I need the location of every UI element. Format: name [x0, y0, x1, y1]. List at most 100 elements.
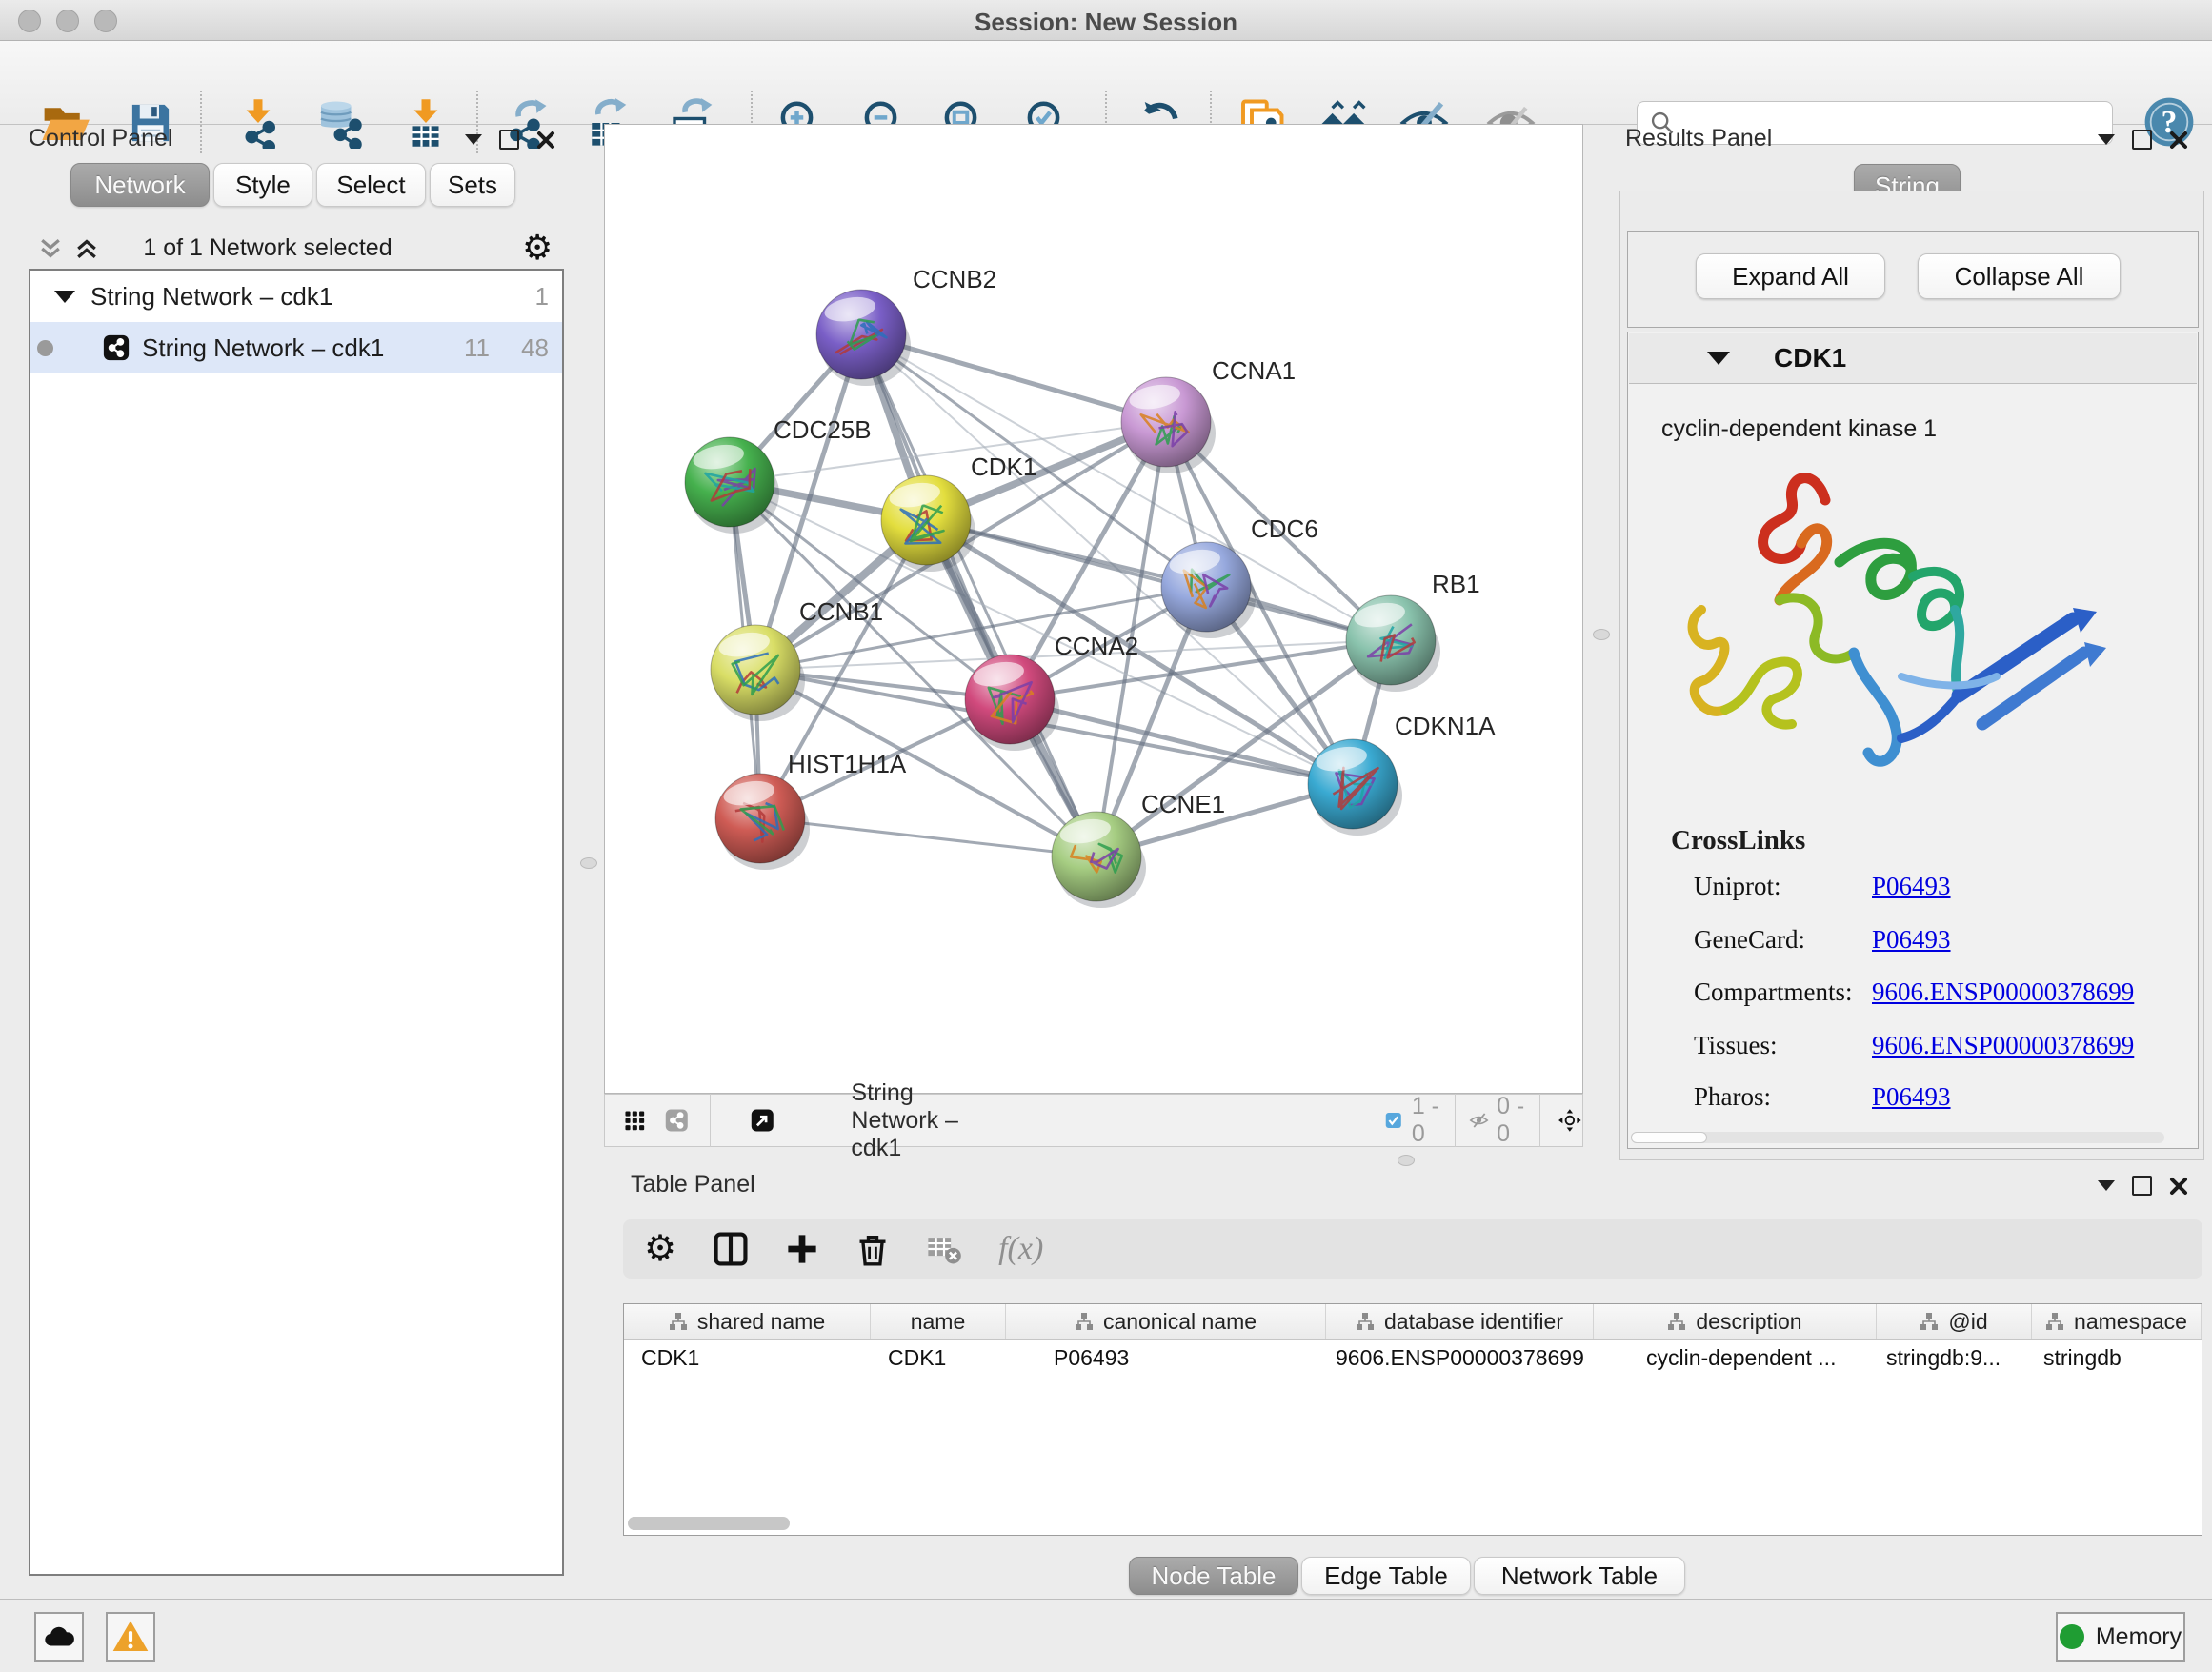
add-column-icon[interactable]	[785, 1232, 819, 1266]
gene-name: CDK1	[1774, 343, 1846, 373]
warning-icon	[111, 1618, 150, 1656]
column-header[interactable]: database identifier	[1326, 1304, 1594, 1339]
node-label-CCNB1: CCNB1	[799, 597, 883, 626]
node-label-CCNB2: CCNB2	[913, 265, 996, 293]
column-header[interactable]: @id	[1877, 1304, 2032, 1339]
tab-edge-table[interactable]: Edge Table	[1301, 1557, 1471, 1595]
memory-button[interactable]: Memory	[2056, 1612, 2185, 1662]
import-network-file-icon[interactable]	[231, 96, 285, 150]
import-network-database-icon[interactable]	[312, 96, 365, 150]
network-node-count: 11	[464, 333, 490, 363]
horizontal-splitter-handle[interactable]	[1398, 1155, 1415, 1166]
tab-sets[interactable]: Sets	[430, 163, 515, 207]
results-scrollbar-track[interactable]	[1631, 1132, 2164, 1143]
crosslink-link[interactable]: 9606.ENSP00000378699	[1872, 1031, 2134, 1060]
results-panel-float-icon[interactable]	[2132, 130, 2152, 150]
tab-network-table[interactable]: Network Table	[1474, 1557, 1685, 1595]
control-panel-menu-icon[interactable]	[465, 134, 482, 145]
delete-column-icon[interactable]	[855, 1232, 890, 1266]
table-settings-gear-icon[interactable]: ⚙	[644, 1231, 676, 1267]
hidden-node-edge-counts: 0 - 0	[1497, 1093, 1524, 1148]
selected-checkbox-icon[interactable]	[1385, 1106, 1402, 1135]
table-panel-menu-icon[interactable]	[2098, 1180, 2115, 1191]
column-type-icon	[1075, 1312, 1094, 1331]
column-header[interactable]: description	[1594, 1304, 1877, 1339]
cell-database-identifier[interactable]: 9606.ENSP00000378699	[1326, 1340, 1594, 1371]
crosslink-link[interactable]: P06493	[1872, 925, 1951, 955]
crosslink-link[interactable]: 9606.ENSP00000378699	[1872, 977, 2134, 1007]
node-label-RB1: RB1	[1432, 570, 1480, 598]
collapse-all-button[interactable]: Collapse All	[1918, 253, 2121, 299]
open-in-window-icon[interactable]	[751, 1100, 774, 1140]
selected-node-edge-counts: 1 - 0	[1412, 1093, 1439, 1148]
show-columns-icon[interactable]	[713, 1231, 749, 1267]
table-scrollbar-thumb[interactable]	[628, 1517, 790, 1530]
column-header[interactable]: namespace	[2032, 1304, 2202, 1339]
crosslink-link[interactable]: P06493	[1872, 872, 1951, 901]
network-options-gear-icon[interactable]: ⚙	[522, 231, 553, 265]
string-view-icon[interactable]	[665, 1100, 689, 1140]
grid-view-icon[interactable]	[624, 1101, 646, 1139]
node-label-CCNA1: CCNA1	[1212, 356, 1296, 385]
results-panel-menu-icon[interactable]	[2098, 134, 2115, 145]
cloud-status-button[interactable]	[34, 1612, 84, 1662]
memory-label: Memory	[2096, 1623, 2182, 1651]
cloud-icon	[41, 1619, 77, 1655]
results-scrollbar-thumb[interactable]	[1631, 1132, 1707, 1143]
delete-table-icon[interactable]	[926, 1231, 962, 1267]
network-list: String Network – cdk1 1 String Network –…	[29, 269, 564, 1576]
results-panel-title: Results Panel	[1625, 125, 1772, 152]
gene-collapse-arrow-icon[interactable]	[1707, 352, 1730, 365]
column-header[interactable]: shared name	[624, 1304, 871, 1339]
crosslink-link[interactable]: P06493	[1872, 1082, 1951, 1112]
cell-name[interactable]: CDK1	[871, 1340, 1006, 1371]
network-graph[interactable]: CCNB2CCNA1CDC25BCDK1CDC6RB1CCNB1CCNA2CDK…	[605, 125, 1582, 1093]
birds-eye-view-icon[interactable]	[1558, 1099, 1582, 1141]
control-panel-title: Control Panel	[29, 125, 172, 152]
import-table-icon[interactable]	[399, 96, 452, 150]
cell-description[interactable]: cyclin-dependent ...	[1594, 1340, 1877, 1371]
network-view-title: String Network – cdk1	[851, 1079, 987, 1162]
protein-structure-image	[1673, 448, 2121, 810]
tab-node-table[interactable]: Node Table	[1129, 1557, 1298, 1595]
crosslink-label: GeneCard:	[1694, 925, 1805, 955]
control-panel-float-icon[interactable]	[499, 130, 519, 150]
window-titlebar: Session: New Session	[0, 0, 2212, 41]
tab-network[interactable]: Network	[70, 163, 210, 207]
main-toolbar: ?	[0, 41, 2212, 125]
tab-select[interactable]: Select	[316, 163, 426, 207]
table-panel-close-icon[interactable]	[2169, 1177, 2188, 1196]
column-type-icon	[1667, 1312, 1686, 1331]
table-row[interactable]: CDK1 CDK1 P06493 9606.ENSP00000378699 cy…	[624, 1340, 2202, 1371]
window-title: Session: New Session	[0, 8, 2212, 37]
table-panel-title: Table Panel	[631, 1171, 755, 1199]
network-edge-count: 48	[521, 333, 549, 363]
cell-shared-name[interactable]: CDK1	[624, 1340, 871, 1371]
results-panel-close-icon[interactable]	[2169, 131, 2188, 150]
cell-canonical-name[interactable]: P06493	[1006, 1340, 1326, 1371]
table-header-row: shared name name canonical name database…	[624, 1304, 2202, 1340]
network-selection-status: 1 of 1 Network selected	[0, 234, 535, 262]
status-bar	[0, 1599, 2212, 1672]
network-row[interactable]: String Network – cdk1 11 48	[30, 322, 562, 373]
control-panel-close-icon[interactable]	[536, 131, 555, 150]
gene-section-header[interactable]: CDK1	[1629, 333, 2197, 384]
column-header[interactable]: name	[871, 1304, 1006, 1339]
column-type-icon	[2045, 1312, 2064, 1331]
node-label-HIST1H1A: HIST1H1A	[788, 750, 907, 778]
memory-status-dot-icon	[2060, 1624, 2084, 1649]
column-header[interactable]: canonical name	[1006, 1304, 1326, 1339]
network-label: String Network – cdk1	[142, 333, 384, 363]
table-panel-float-icon[interactable]	[2132, 1176, 2152, 1196]
right-splitter-handle[interactable]	[1593, 629, 1610, 640]
cell-namespace[interactable]: stringdb	[2032, 1340, 2202, 1371]
network-collection-row[interactable]: String Network – cdk1 1	[30, 271, 562, 322]
cell-id[interactable]: stringdb:9...	[1877, 1340, 2032, 1371]
network-canvas[interactable]: CCNB2CCNA1CDC25BCDK1CDC6RB1CCNB1CCNA2CDK…	[604, 124, 1583, 1094]
left-splitter-handle[interactable]	[580, 857, 597, 869]
function-builder-icon[interactable]: f(x)	[998, 1231, 1043, 1267]
warnings-button[interactable]	[106, 1612, 155, 1662]
collection-expand-arrow-icon[interactable]	[54, 291, 75, 303]
tab-style[interactable]: Style	[213, 163, 312, 207]
expand-all-button[interactable]: Expand All	[1696, 253, 1885, 299]
